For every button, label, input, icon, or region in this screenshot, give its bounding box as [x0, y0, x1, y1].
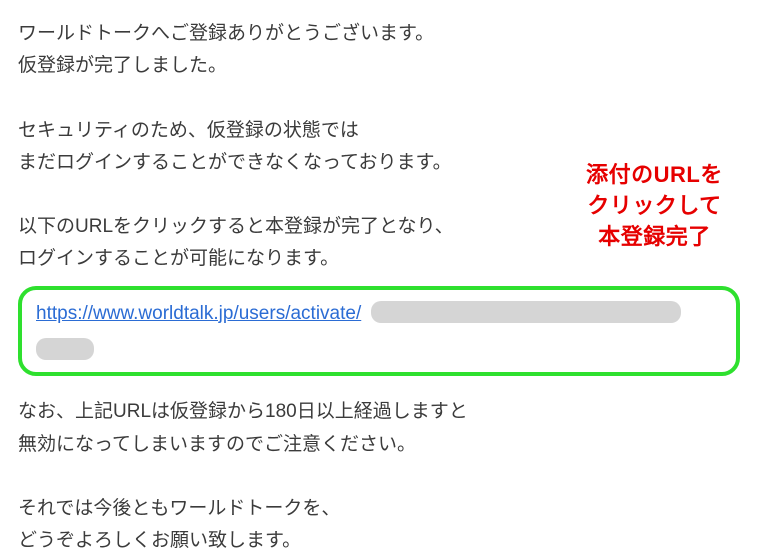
greeting-line-1: ワールドトークへご登録ありがとうございます。 — [18, 18, 740, 50]
annotation-line-3: 本登録完了 — [567, 222, 742, 253]
url-highlight-box: https://www.worldtalk.jp/users/activate/ — [18, 286, 740, 377]
expiry-block: なお、上記URLは仮登録から180日以上経過しますと 無効になってしまいますので… — [18, 396, 740, 461]
redacted-token-1 — [371, 301, 681, 323]
closing-block: それでは今後ともワールドトークを、 どうぞよろしくお願い致します。 — [18, 493, 740, 558]
annotation-line-2: クリックして — [567, 191, 742, 222]
closing-line-1: それでは今後ともワールドトークを、 — [18, 493, 740, 525]
greeting-line-2: 仮登録が完了しました。 — [18, 50, 740, 82]
redacted-token-2 — [36, 338, 94, 360]
closing-line-2: どうぞよろしくお願い致します。 — [18, 525, 740, 557]
annotation-line-1: 添付のURLを — [567, 160, 742, 191]
security-line-1: セキュリティのため、仮登録の状態では — [18, 115, 740, 147]
expiry-line-2: 無効になってしまいますのでご注意ください。 — [18, 429, 740, 461]
annotation-callout: 添付のURLを クリックして 本登録完了 — [567, 160, 742, 252]
activation-link[interactable]: https://www.worldtalk.jp/users/activate/ — [36, 303, 361, 324]
expiry-line-1: なお、上記URLは仮登録から180日以上経過しますと — [18, 396, 740, 428]
greeting-block: ワールドトークへご登録ありがとうございます。 仮登録が完了しました。 — [18, 18, 740, 83]
